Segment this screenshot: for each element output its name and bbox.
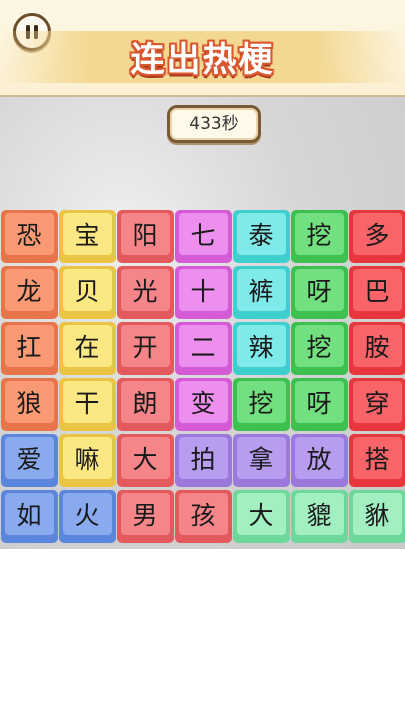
tile-char: 胺 — [364, 332, 390, 362]
tile[interactable]: 搭 — [348, 434, 405, 487]
tile-char: 爱 — [16, 444, 42, 474]
tile[interactable]: 恐 — [0, 210, 58, 263]
tile-char: 干 — [74, 388, 100, 418]
tile-char: 貔 — [306, 500, 332, 530]
tile[interactable]: 开 — [116, 322, 174, 375]
tile-char: 狼 — [16, 388, 42, 418]
tile-char: 大 — [132, 444, 158, 474]
tile-char: 火 — [74, 500, 100, 530]
header-bar: 连出热梗 — [0, 0, 405, 97]
tile-char: 恐 — [16, 220, 42, 250]
tile-char: 朗 — [132, 388, 158, 418]
tile-char: 挖 — [306, 220, 332, 250]
tile[interactable]: 多 — [348, 210, 405, 263]
tile-char: 光 — [132, 276, 158, 306]
tile-char: 变 — [190, 388, 216, 418]
tile-char: 放 — [306, 444, 332, 474]
tile[interactable]: 男 — [116, 490, 174, 543]
tile[interactable]: 扛 — [0, 322, 58, 375]
tile-char: 龙 — [16, 276, 42, 306]
tile-char: 挖 — [248, 388, 274, 418]
tile-char: 拿 — [248, 444, 274, 474]
tile-board: 恐宝阳七泰挖多龙贝光十裤呀巴扛在开二辣挖胺狼干朗变挖呀穿爱嘛大拍拿放搭如火男孩大… — [0, 209, 405, 545]
tile[interactable]: 贝 — [58, 266, 116, 319]
tile[interactable]: 龙 — [0, 266, 58, 319]
tile-char: 二 — [190, 332, 216, 362]
tile-char: 多 — [364, 220, 390, 250]
tile[interactable]: 辣 — [232, 322, 290, 375]
tile-char: 大 — [248, 500, 274, 530]
tile[interactable]: 挖 — [290, 322, 348, 375]
tile[interactable]: 七 — [174, 210, 232, 263]
tile-char: 挖 — [306, 332, 332, 362]
tile[interactable]: 宝 — [58, 210, 116, 263]
tile[interactable]: 貅 — [348, 490, 405, 543]
tile[interactable]: 大 — [232, 490, 290, 543]
tile[interactable]: 火 — [58, 490, 116, 543]
tile-char: 七 — [190, 220, 216, 250]
tile-char: 貅 — [364, 500, 390, 530]
tile[interactable]: 十 — [174, 266, 232, 319]
tile-char: 阳 — [132, 220, 158, 250]
tile[interactable]: 貔 — [290, 490, 348, 543]
tile[interactable]: 光 — [116, 266, 174, 319]
tile-char: 贝 — [74, 276, 100, 306]
tile[interactable]: 狼 — [0, 378, 58, 431]
tile-char: 拍 — [190, 444, 216, 474]
tile-char: 扛 — [16, 332, 42, 362]
tile[interactable]: 拍 — [174, 434, 232, 487]
tile-char: 辣 — [248, 332, 274, 362]
tile-char: 嘛 — [74, 444, 100, 474]
tile-char: 搭 — [364, 444, 390, 474]
tile[interactable]: 挖 — [232, 378, 290, 431]
tile-char: 穿 — [364, 388, 390, 418]
tile[interactable]: 在 — [58, 322, 116, 375]
page-title: 连出热梗 — [130, 40, 275, 80]
tile[interactable]: 穿 — [348, 378, 405, 431]
tile[interactable]: 变 — [174, 378, 232, 431]
tile[interactable]: 胺 — [348, 322, 405, 375]
tile[interactable]: 干 — [58, 378, 116, 431]
tile[interactable]: 朗 — [116, 378, 174, 431]
tile-char: 宝 — [74, 220, 100, 250]
tile[interactable]: 二 — [174, 322, 232, 375]
tile-char: 十 — [190, 276, 216, 306]
tile[interactable]: 如 — [0, 490, 58, 543]
tile[interactable]: 泰 — [232, 210, 290, 263]
tile[interactable]: 挖 — [290, 210, 348, 263]
tile-char: 裤 — [248, 276, 274, 306]
tile-char: 开 — [132, 332, 158, 362]
timer-badge: 433秒 — [167, 105, 261, 143]
tile[interactable]: 大 — [116, 434, 174, 487]
tile[interactable]: 孩 — [174, 490, 232, 543]
tile-char: 在 — [74, 332, 100, 362]
tile[interactable]: 放 — [290, 434, 348, 487]
tile[interactable]: 爱 — [0, 434, 58, 487]
tile[interactable]: 呀 — [290, 266, 348, 319]
tile-char: 呀 — [306, 276, 332, 306]
tile[interactable]: 拿 — [232, 434, 290, 487]
tile-char: 如 — [16, 500, 42, 530]
tile-char: 呀 — [306, 388, 332, 418]
tile-char: 泰 — [248, 220, 274, 250]
tile[interactable]: 裤 — [232, 266, 290, 319]
tile-char: 男 — [132, 500, 158, 530]
bottom-area — [0, 549, 405, 720]
tile-char: 孩 — [190, 500, 216, 530]
tile[interactable]: 巴 — [348, 266, 405, 319]
tile[interactable]: 嘛 — [58, 434, 116, 487]
tile[interactable]: 阳 — [116, 210, 174, 263]
tile-char: 巴 — [364, 276, 390, 306]
tile[interactable]: 呀 — [290, 378, 348, 431]
